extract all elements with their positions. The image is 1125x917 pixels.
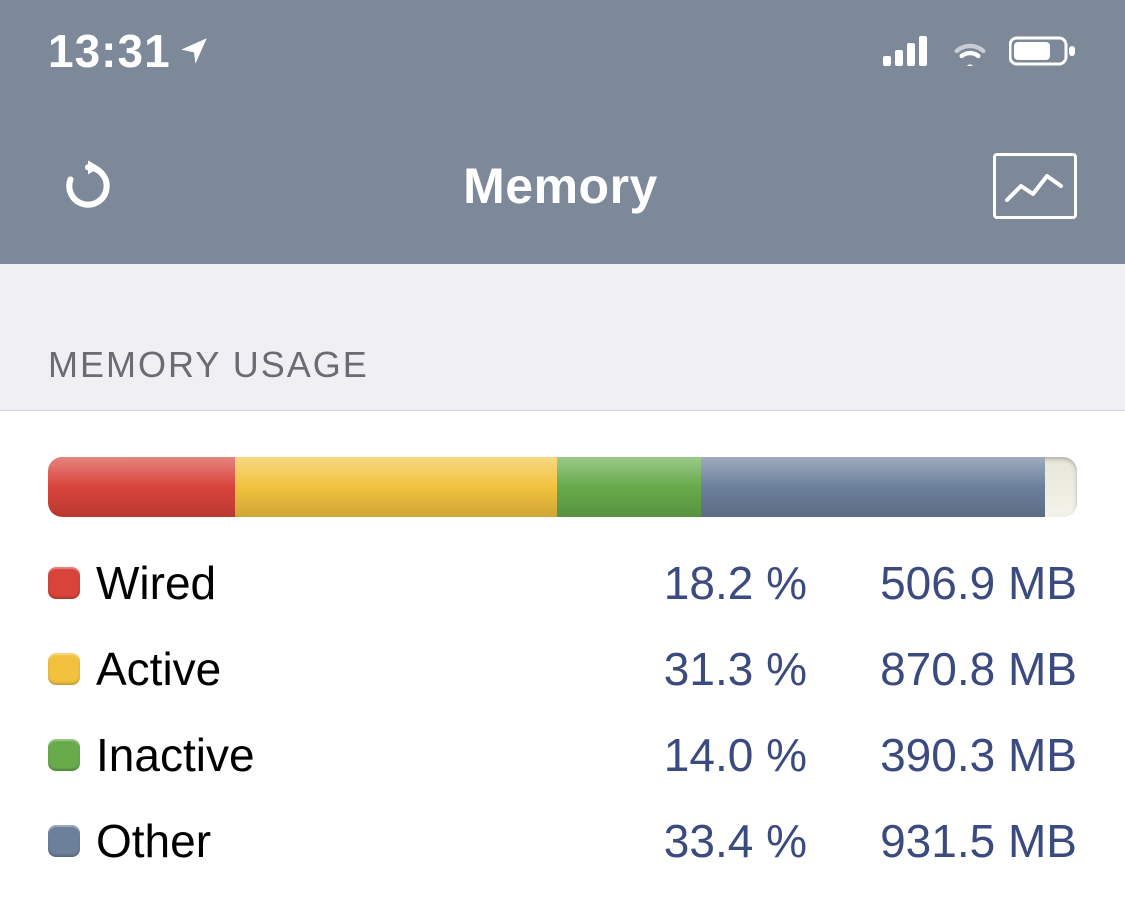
legend-row-active: Active 31.3 % 870.8 MB [48, 639, 1077, 699]
bar-segment-active [235, 457, 557, 517]
legend-label: Wired [96, 556, 597, 610]
status-left: 13:31 [48, 24, 211, 78]
legend-size: 506.9 MB [807, 556, 1077, 610]
bar-segment-inactive [557, 457, 701, 517]
battery-icon [1009, 35, 1077, 67]
legend-percent: 31.3 % [597, 642, 807, 696]
status-time: 13:31 [48, 24, 171, 78]
legend-percent: 18.2 % [597, 556, 807, 610]
legend-size: 870.8 MB [807, 642, 1077, 696]
status-right [883, 35, 1077, 67]
chart-button[interactable] [993, 153, 1077, 219]
wifi-icon [949, 36, 991, 66]
legend-size: 390.3 MB [807, 728, 1077, 782]
legend-label: Active [96, 642, 597, 696]
legend-percent: 33.4 % [597, 814, 807, 868]
swatch-inactive [48, 739, 80, 771]
memory-usage-bar [48, 457, 1077, 517]
chart-line-icon [1003, 164, 1067, 208]
memory-usage-card: Wired 18.2 % 506.9 MB Active 31.3 % 870.… [0, 410, 1125, 917]
legend-row-inactive: Inactive 14.0 % 390.3 MB [48, 725, 1077, 785]
refresh-button[interactable] [48, 146, 128, 226]
legend-row-other: Other 33.4 % 931.5 MB [48, 811, 1077, 871]
legend-row-wired: Wired 18.2 % 506.9 MB [48, 553, 1077, 613]
page-title: Memory [463, 157, 658, 215]
legend-size: 931.5 MB [807, 814, 1077, 868]
cellular-signal-icon [883, 36, 931, 66]
nav-bar: Memory [0, 132, 1125, 264]
memory-legend: Wired 18.2 % 506.9 MB Active 31.3 % 870.… [48, 553, 1077, 871]
bar-segment-wired [48, 457, 235, 517]
status-bar: 13:31 [0, 0, 1125, 132]
swatch-active [48, 653, 80, 685]
section-header: MEMORY USAGE [0, 264, 1125, 410]
swatch-wired [48, 567, 80, 599]
legend-percent: 14.0 % [597, 728, 807, 782]
refresh-icon [60, 158, 116, 214]
location-arrow-icon [177, 34, 211, 68]
legend-label: Inactive [96, 728, 597, 782]
legend-label: Other [96, 814, 597, 868]
section-header-label: MEMORY USAGE [48, 344, 1077, 386]
bar-segment-other [701, 457, 1045, 517]
swatch-other [48, 825, 80, 857]
